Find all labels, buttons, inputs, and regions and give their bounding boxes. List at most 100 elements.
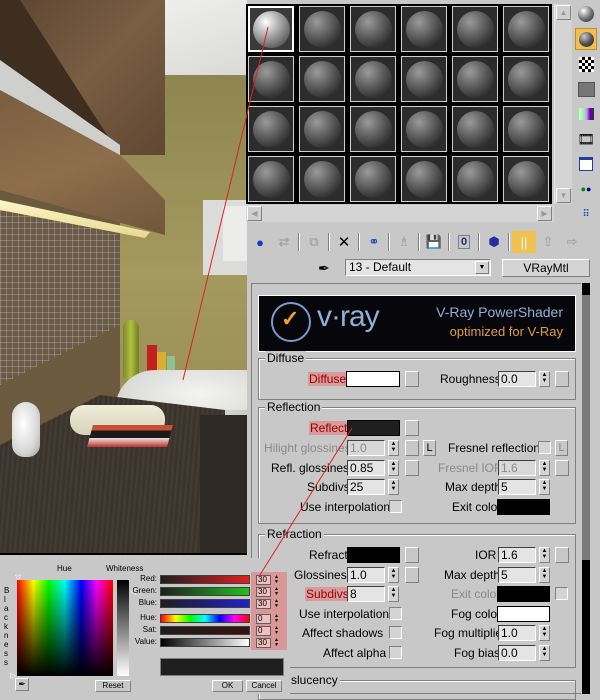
rollout-scrollbar[interactable] xyxy=(582,283,590,694)
material-slot[interactable] xyxy=(350,6,396,52)
material-slot[interactable] xyxy=(452,6,498,52)
slots-horizontal-scrollbar[interactable]: ◀ ▶ xyxy=(246,205,554,222)
material-slot[interactable] xyxy=(452,56,498,102)
affect-shadows-checkbox[interactable] xyxy=(389,626,402,639)
hue-input[interactable]: 0 xyxy=(256,614,271,624)
refraction-subdivs-spinner[interactable]: ▲ ▼ xyxy=(388,586,399,602)
roughness-spinner[interactable]: ▲ ▼ xyxy=(539,371,550,387)
red-spinner[interactable]: ▲ ▼ xyxy=(273,575,280,585)
blue-slider[interactable] xyxy=(160,599,250,608)
refraction-use-interpolation-checkbox[interactable] xyxy=(389,607,402,620)
material-slot[interactable] xyxy=(299,6,345,52)
make-unique-icon[interactable]: ⚭ xyxy=(362,231,386,253)
reflection-max-depth-input[interactable]: 5 xyxy=(498,479,536,495)
select-by-material-icon[interactable]: ● ● xyxy=(575,178,597,200)
scroll-down-button[interactable]: ▼ xyxy=(556,188,571,203)
video-color-check-icon[interactable] xyxy=(575,103,597,125)
refraction-exit-color-checkbox[interactable] xyxy=(555,587,568,600)
hue-blackness-spectrum[interactable] xyxy=(17,580,113,676)
material-slot[interactable] xyxy=(350,106,396,152)
save-to-library-icon[interactable]: 💾 xyxy=(422,231,446,253)
background-checker-icon[interactable] xyxy=(575,53,597,75)
value-slider[interactable] xyxy=(160,638,250,647)
reflection-max-depth-spinner[interactable]: ▲ ▼ xyxy=(539,479,550,495)
reset-button[interactable]: Reset xyxy=(95,680,131,692)
green-input[interactable]: 30 xyxy=(256,587,271,597)
green-slider[interactable] xyxy=(160,587,250,596)
roughness-map-button[interactable] xyxy=(555,371,569,387)
fog-bias-input[interactable]: 0.0 xyxy=(498,645,536,661)
hilight-glossiness-spinner[interactable]: ▲ ▼ xyxy=(388,440,399,456)
fog-bias-spinner[interactable]: ▲ ▼ xyxy=(539,645,550,661)
material-slot[interactable] xyxy=(452,106,498,152)
reset-map-icon[interactable]: ✕ xyxy=(332,231,356,253)
refraction-glossiness-spinner[interactable]: ▲ ▼ xyxy=(388,567,399,583)
options-icon[interactable] xyxy=(575,153,597,175)
ior-map-button[interactable] xyxy=(555,547,569,563)
eyedropper-icon[interactable]: ✒ xyxy=(318,260,330,277)
material-name-dropdown[interactable]: 13 - Default ▼ xyxy=(345,259,491,276)
fog-multiplier-spinner[interactable]: ▲ ▼ xyxy=(539,625,550,641)
sat-input[interactable]: 0 xyxy=(256,626,271,636)
material-slot[interactable] xyxy=(401,56,447,102)
ok-button[interactable]: OK xyxy=(212,680,243,692)
material-slot[interactable] xyxy=(299,106,345,152)
refraction-glossiness-input[interactable]: 1.0 xyxy=(347,567,385,583)
sat-spinner[interactable]: ▲ ▼ xyxy=(273,626,280,636)
red-slider[interactable] xyxy=(160,575,250,584)
material-navigator-icon[interactable]: ⠿ xyxy=(575,203,597,225)
material-slot[interactable] xyxy=(248,106,294,152)
refract-map-button[interactable] xyxy=(405,547,419,563)
material-slot[interactable] xyxy=(503,106,549,152)
material-slot[interactable] xyxy=(299,156,345,202)
material-slot[interactable] xyxy=(350,156,396,202)
chevron-down-icon[interactable]: ▼ xyxy=(475,261,489,274)
reflection-subdivs-input[interactable]: 25 xyxy=(347,479,385,495)
reflection-subdivs-spinner[interactable]: ▲ ▼ xyxy=(388,479,399,495)
refl-glossiness-spinner[interactable]: ▲ ▼ xyxy=(388,460,399,476)
material-slot[interactable] xyxy=(452,156,498,202)
refraction-subdivs-input[interactable]: 8 xyxy=(347,586,385,602)
diffuse-map-button[interactable] xyxy=(405,371,419,387)
backlight-icon[interactable] xyxy=(575,28,597,50)
go-forward-to-sibling-icon[interactable]: ⇨ xyxy=(560,231,584,253)
hilight-glossiness-map-button[interactable] xyxy=(405,440,419,456)
affect-alpha-checkbox[interactable] xyxy=(389,646,402,659)
fresnel-ior-map-button[interactable] xyxy=(555,460,569,476)
fog-multiplier-input[interactable]: 1.0 xyxy=(498,625,536,641)
material-slot[interactable] xyxy=(248,56,294,102)
hue-slider[interactable] xyxy=(160,614,250,623)
material-slot[interactable] xyxy=(401,6,447,52)
refl-glossiness-input[interactable]: 0.85 xyxy=(347,460,385,476)
reflection-exit-color-swatch[interactable] xyxy=(497,499,550,515)
reflect-color-swatch[interactable] xyxy=(347,420,400,436)
material-slot[interactable] xyxy=(350,56,396,102)
green-spinner[interactable]: ▲ ▼ xyxy=(273,587,280,597)
scroll-right-button[interactable]: ▶ xyxy=(537,206,552,221)
fog-color-swatch[interactable] xyxy=(497,606,550,622)
value-spinner[interactable]: ▲ ▼ xyxy=(273,638,280,648)
sample-type-icon[interactable] xyxy=(575,3,597,25)
material-slot-active[interactable] xyxy=(248,6,294,52)
scroll-left-button[interactable]: ◀ xyxy=(247,206,262,221)
diffuse-color-swatch[interactable] xyxy=(346,371,400,387)
whiteness-slider[interactable] xyxy=(117,580,129,676)
material-slot[interactable] xyxy=(503,56,549,102)
refl-glossiness-map-button[interactable] xyxy=(405,460,419,476)
red-input[interactable]: 30 xyxy=(256,575,271,585)
roughness-input[interactable]: 0.0 xyxy=(498,371,536,387)
go-to-parent-icon[interactable]: ⇧ xyxy=(536,231,560,253)
put-to-scene-icon[interactable]: ⇄ xyxy=(272,231,296,253)
material-slot[interactable] xyxy=(401,156,447,202)
put-to-library-icon[interactable]: ♗ xyxy=(392,231,416,253)
show-end-result-icon[interactable]: || xyxy=(512,231,536,253)
hilight-lock-button[interactable]: L xyxy=(423,440,436,456)
sat-slider[interactable] xyxy=(160,626,250,635)
hue-spinner[interactable]: ▲ ▼ xyxy=(273,614,280,624)
sample-uv-tiling-icon[interactable] xyxy=(575,78,597,100)
material-slot[interactable] xyxy=(503,6,549,52)
rollout-scroll-thumb[interactable] xyxy=(582,295,590,560)
slots-vertical-scrollbar[interactable]: ▲ ▼ xyxy=(554,4,572,204)
value-input[interactable]: 30 xyxy=(256,638,271,648)
material-effects-channel-icon[interactable]: 0 xyxy=(452,231,476,253)
